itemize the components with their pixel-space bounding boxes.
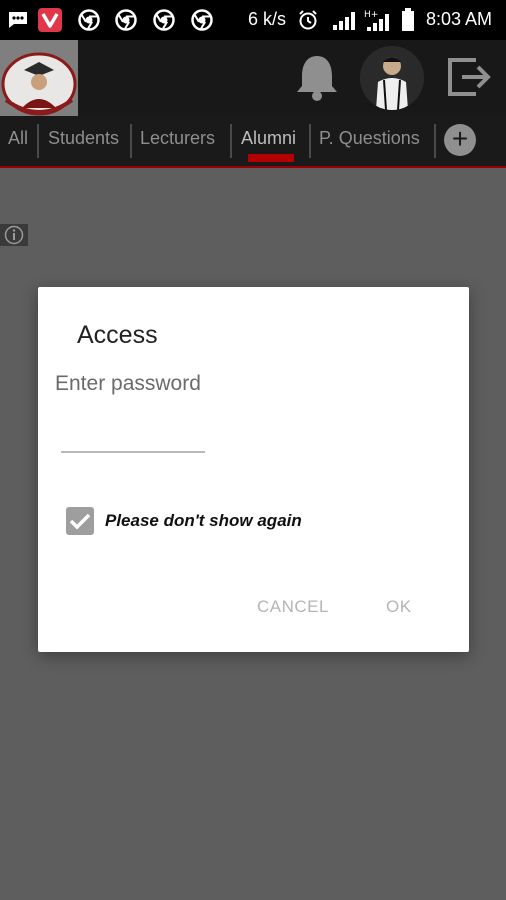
profile-avatar[interactable] — [360, 46, 424, 110]
active-tab-indicator — [248, 154, 294, 162]
signal-icon — [330, 8, 360, 32]
app-bar — [0, 40, 506, 116]
access-dialog: Access Enter password Please don't show … — [38, 287, 469, 652]
tab-alumni[interactable]: Alumni — [241, 128, 296, 149]
ok-button[interactable]: OK — [386, 597, 412, 617]
checkbox-label[interactable]: Please don't show again — [105, 511, 302, 531]
dialog-title: Access — [77, 321, 158, 349]
message-icon — [6, 8, 30, 32]
dont-show-again-checkbox[interactable] — [66, 507, 94, 535]
password-input[interactable] — [61, 417, 205, 453]
alarm-icon — [296, 8, 320, 32]
svg-text:H+: H+ — [364, 10, 378, 20]
vivaldi-app-icon — [38, 8, 62, 32]
tab-bar: All Students Lecturers Alumni P. Questio… — [0, 116, 506, 168]
tab-lecturers[interactable]: Lecturers — [140, 128, 215, 149]
info-icon[interactable] — [0, 224, 28, 246]
cancel-button[interactable]: CANCEL — [257, 597, 329, 617]
tab-p-questions[interactable]: P. Questions — [319, 128, 420, 149]
chrome-icon — [77, 8, 101, 32]
logout-icon[interactable] — [444, 52, 494, 107]
chrome-icon — [114, 8, 138, 32]
battery-icon — [396, 8, 420, 32]
chrome-icon — [152, 8, 176, 32]
tab-divider — [309, 124, 311, 158]
chrome-icon — [190, 8, 214, 32]
tab-divider — [230, 124, 232, 158]
tab-all[interactable]: All — [8, 128, 28, 149]
school-logo[interactable] — [0, 40, 78, 116]
tab-divider — [130, 124, 132, 158]
tab-divider — [434, 124, 436, 158]
status-bar: 6 k/s H+ 8:03 AM — [0, 0, 506, 40]
password-prompt: Enter password — [55, 372, 201, 395]
tab-students[interactable]: Students — [48, 128, 119, 149]
bell-icon[interactable] — [294, 52, 340, 107]
network-speed: 6 k/s — [248, 9, 287, 29]
checkmark-icon — [69, 513, 91, 530]
signal-hplus-icon: H+ — [362, 8, 392, 32]
clock: 8:03 AM — [426, 9, 493, 29]
plus-circle-icon[interactable]: + — [444, 124, 476, 156]
tab-divider — [37, 124, 39, 158]
